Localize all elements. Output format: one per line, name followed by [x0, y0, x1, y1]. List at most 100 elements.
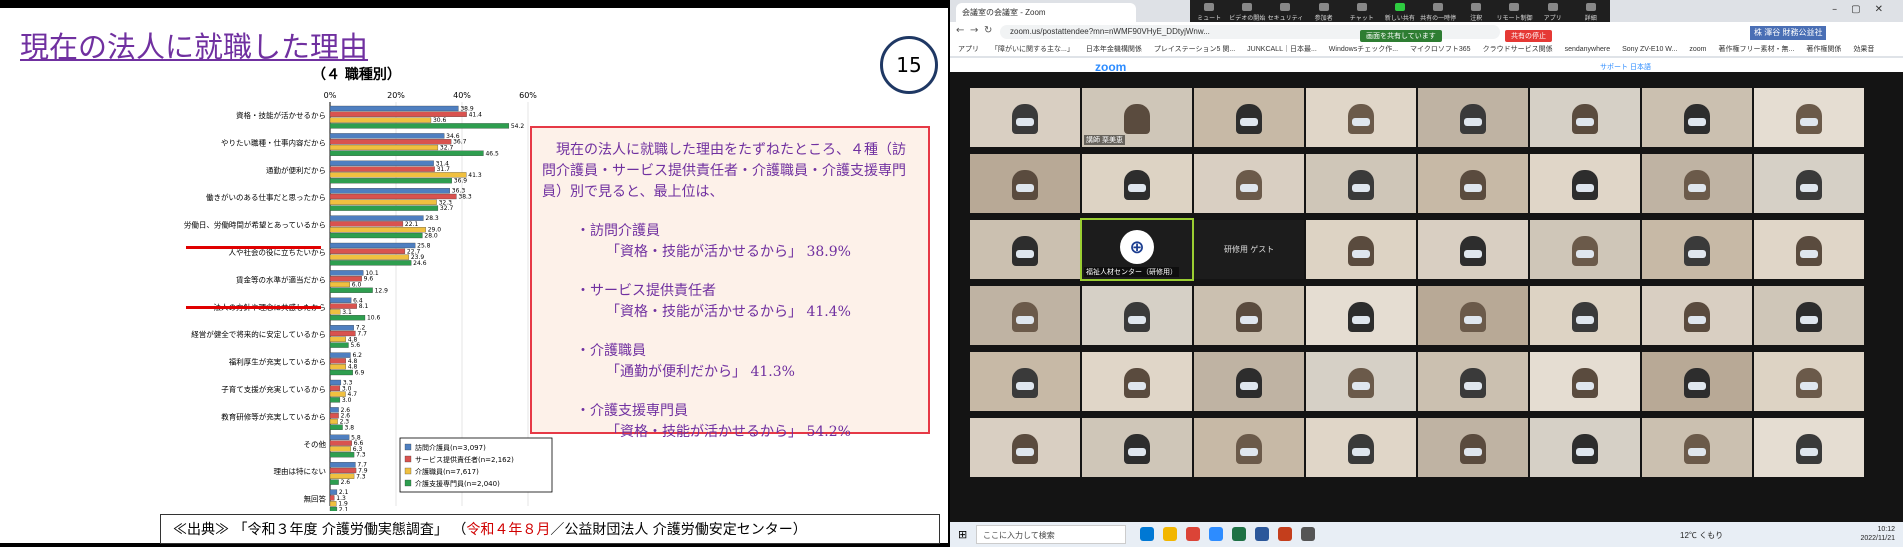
participant-video-tile[interactable]	[1418, 220, 1528, 279]
category-label: 資格・技能が活かせるから	[236, 110, 326, 120]
participant-video-tile[interactable]	[1082, 286, 1192, 345]
folder-icon[interactable]	[1163, 527, 1177, 541]
participant-video-tile[interactable]	[1642, 220, 1752, 279]
bookmark-item[interactable]: JUNKCALL｜日本最...	[1247, 46, 1317, 53]
zoom-toolbar-button[interactable]: リモート制御	[1495, 3, 1533, 22]
reload-icon[interactable]: ↻	[984, 25, 992, 36]
participant-video-tile[interactable]	[970, 418, 1080, 477]
participant-video-tile[interactable]	[1194, 286, 1304, 345]
participant-video-tile[interactable]: 研修用 ゲスト	[1194, 220, 1304, 279]
clock-date: 2022/11/21	[1860, 535, 1895, 542]
bookmark-item[interactable]: 「障がいに関する主な...」	[991, 46, 1074, 53]
back-icon[interactable]: ←	[956, 25, 964, 36]
participant-video-tile[interactable]	[1642, 154, 1752, 213]
zoom-toolbar-button[interactable]: チャット	[1343, 3, 1381, 22]
data-label: 3.1	[342, 309, 352, 316]
bookmark-item[interactable]: Windowsチェック作...	[1329, 46, 1398, 53]
forward-icon[interactable]: →	[970, 25, 978, 36]
participant-video-tile[interactable]	[970, 88, 1080, 147]
zoom-support-links[interactable]: サポート 日本語	[1600, 62, 1651, 72]
participant-video-tile[interactable]	[1306, 352, 1416, 411]
participant-video-tile[interactable]	[1530, 418, 1640, 477]
participant-video-tile[interactable]	[970, 220, 1080, 279]
chrome-icon[interactable]	[1186, 527, 1200, 541]
participant-video-tile[interactable]	[1754, 418, 1864, 477]
bookmark-item[interactable]: 著作権関係	[1806, 46, 1841, 53]
settings-icon[interactable]	[1301, 527, 1315, 541]
bookmark-item[interactable]: 効果音	[1853, 46, 1874, 53]
participant-video-tile[interactable]	[1418, 154, 1528, 213]
participant-video-tile[interactable]	[1530, 286, 1640, 345]
participant-video-tile[interactable]	[1530, 352, 1640, 411]
x-tick-label: 40%	[453, 91, 471, 100]
participant-video-tile[interactable]	[1306, 286, 1416, 345]
participant-video-tile[interactable]	[1754, 286, 1864, 345]
powerpoint-icon[interactable]	[1278, 527, 1292, 541]
data-label: 32.7	[440, 205, 454, 212]
bookmark-item[interactable]: マイクロソフト365	[1410, 46, 1471, 53]
participant-video-tile[interactable]	[1306, 418, 1416, 477]
participant-video-tile[interactable]	[1306, 154, 1416, 213]
zoom-toolbar-button[interactable]: 詳細	[1572, 3, 1610, 22]
system-clock[interactable]: 10:12 2022/11/21	[1860, 525, 1895, 543]
participant-video-tile[interactable]: ⊕ 福祉人材センター（研修用）	[1080, 218, 1194, 281]
participant-video-tile[interactable]	[970, 352, 1080, 411]
participant-video-tile[interactable]	[1754, 352, 1864, 411]
participant-video-tile[interactable]	[1082, 352, 1192, 411]
zoom-icon[interactable]	[1209, 527, 1223, 541]
bookmark-item[interactable]: 著作権フリー素材・無...	[1718, 46, 1794, 53]
face-mask	[1576, 184, 1594, 192]
participant-video-tile[interactable]	[1306, 220, 1416, 279]
bookmark-item[interactable]: クラウドサービス関係	[1483, 46, 1553, 53]
windows-start-icon[interactable]: ⊞	[958, 528, 967, 541]
participant-video-tile[interactable]	[1306, 88, 1416, 147]
participant-video-tile[interactable]: 講師 栗美恵	[1082, 88, 1192, 147]
excel-icon[interactable]	[1232, 527, 1246, 541]
weather-widget[interactable]: 12℃ くもり	[1680, 530, 1723, 541]
bookmark-item[interactable]: sendanywhere	[1565, 46, 1611, 53]
participant-video-tile[interactable]	[1754, 220, 1864, 279]
participant-video-tile[interactable]	[1642, 88, 1752, 147]
bookmark-item[interactable]: Sony ZV-E10 W...	[1622, 46, 1677, 53]
participant-video-tile[interactable]	[1082, 154, 1192, 213]
participant-video-tile[interactable]	[1418, 88, 1528, 147]
participant-video-tile[interactable]	[1194, 88, 1304, 147]
participant-video-tile[interactable]	[1418, 286, 1528, 345]
participant-video-tile[interactable]	[1530, 88, 1640, 147]
participant-video-tile[interactable]	[1194, 154, 1304, 213]
participant-video-tile[interactable]	[1418, 352, 1528, 411]
zoom-toolbar-button[interactable]: セキュリティ	[1266, 3, 1304, 22]
word-icon[interactable]	[1255, 527, 1269, 541]
participant-video-tile[interactable]	[970, 154, 1080, 213]
participant-video-tile[interactable]	[1642, 418, 1752, 477]
participant-video-tile[interactable]	[1642, 286, 1752, 345]
participant-video-tile[interactable]	[1194, 352, 1304, 411]
participant-video-tile[interactable]	[1194, 418, 1304, 477]
participant-video-tile[interactable]	[1530, 220, 1640, 279]
edge-icon[interactable]	[1140, 527, 1154, 541]
bookmark-item[interactable]: 日本年金機構関係	[1086, 46, 1142, 53]
bookmark-item[interactable]: プレイステーション5 関...	[1154, 46, 1235, 53]
window-controls[interactable]: –▢✕	[1832, 4, 1897, 15]
x-tick-label: 0%	[324, 91, 337, 100]
participant-video-tile[interactable]	[1530, 154, 1640, 213]
browser-tab[interactable]: 会議室の会議室 - Zoom	[956, 3, 1136, 22]
bookmark-item[interactable]: zoom	[1689, 46, 1706, 53]
zoom-toolbar-button[interactable]: アプリ	[1534, 3, 1572, 22]
taskbar-search[interactable]: ここに入力して検索	[976, 525, 1126, 544]
participant-video-tile[interactable]	[1642, 352, 1752, 411]
bookmark-item[interactable]: アプリ	[958, 46, 979, 53]
zoom-toolbar-button[interactable]: 注釈	[1457, 3, 1495, 22]
zoom-toolbar-button[interactable]: ビデオの開始	[1228, 3, 1266, 22]
callout-item: ・訪問介護員 「資格・技能が活かせるから」 38.9%	[542, 221, 918, 263]
participant-video-tile[interactable]	[1754, 88, 1864, 147]
stop-share-button[interactable]: 共有の停止	[1505, 30, 1552, 42]
participant-video-tile[interactable]	[1082, 418, 1192, 477]
participant-video-tile[interactable]	[970, 286, 1080, 345]
zoom-toolbar-button[interactable]: ミュート	[1190, 3, 1228, 22]
participant-video-tile[interactable]	[1418, 418, 1528, 477]
participant-silhouette	[1124, 104, 1150, 134]
participant-video-tile[interactable]	[1754, 154, 1864, 213]
zoom-toolbar-button[interactable]: 新しい共有	[1381, 3, 1419, 22]
zoom-toolbar-button[interactable]: 参加者	[1305, 3, 1343, 22]
